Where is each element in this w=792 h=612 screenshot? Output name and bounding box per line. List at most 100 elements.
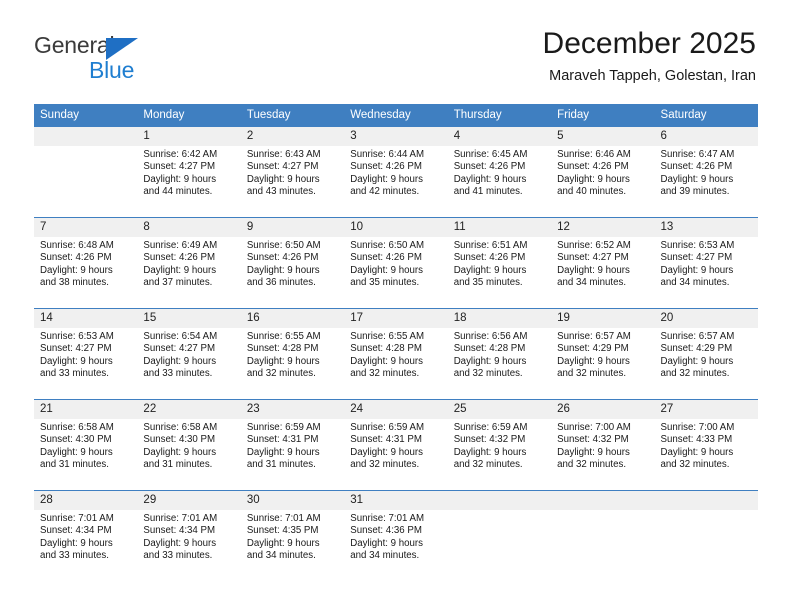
day-detail-line: Sunrise: 6:44 AM [350, 149, 425, 160]
calendar-day-cell[interactable]: 27 Sunrise: 7:00 AM Sunset: 4:33 PM Dayligh… [654, 399, 758, 491]
calendar-day-cell[interactable]: 31 Sunrise: 7:01 AM Sunset: 4:36 PM Dayligh… [344, 490, 448, 581]
calendar-day-cell[interactable]: 16 Sunrise: 6:55 AM Sunset: 4:28 PM Dayligh… [240, 308, 345, 400]
calendar-day-cell[interactable]: 13 Sunrise: 6:53 AM Sunset: 4:27 PM Dayligh… [654, 217, 758, 309]
day-detail-line: Sunset: 4:29 PM [557, 343, 629, 355]
calendar-day-cell[interactable]: 21 Sunrise: 6:58 AM Sunset: 4:30 PM Dayligh… [34, 399, 138, 491]
day-details: Sunrise: 6:55 AM Sunset: 4:28 PM Daylight:… [241, 328, 344, 381]
day-number: 13 [654, 218, 758, 237]
calendar-day-cell[interactable]: 10 Sunrise: 6:50 AM Sunset: 4:26 PM Dayligh… [344, 217, 448, 309]
day-detail-line: Daylight: 9 hours [143, 537, 217, 549]
day-detail-line: Sunrise: 6:48 AM [40, 240, 114, 251]
calendar-day-cell[interactable]: 29 Sunrise: 7:01 AM Sunset: 4:34 PM Dayligh… [137, 490, 241, 581]
day-detail-line: Sunset: 4:28 PM [453, 343, 526, 355]
calendar-day-cell[interactable]: 7 Sunrise: 6:48 AM Sunset: 4:26 PM Daylight… [34, 217, 138, 309]
day-detail-line: Daylight: 9 hours [143, 264, 217, 276]
day-details: Sunrise: 7:01 AM Sunset: 4:34 PM Daylight:… [34, 510, 137, 563]
calendar-day-cell[interactable]: 14 Sunrise: 6:53 AM Sunset: 4:27 PM Dayligh… [34, 308, 138, 400]
day-detail-line: Daylight: 9 hours [453, 446, 527, 458]
day-detail-line: Daylight: 9 hours [453, 173, 527, 185]
calendar-day-cell[interactable]: 4 Sunrise: 6:45 AM Sunset: 4:26 PM Daylight… [447, 126, 552, 218]
calendar-day-cell[interactable]: 22 Sunrise: 6:58 AM Sunset: 4:30 PM Dayligh… [137, 399, 241, 491]
day-details: Sunrise: 6:54 AM Sunset: 4:27 PM Daylight:… [137, 328, 240, 381]
day-details [34, 146, 137, 149]
day-detail-line: and 34 minutes. [557, 277, 627, 289]
day-details: Sunrise: 7:01 AM Sunset: 4:36 PM Daylight:… [344, 510, 447, 563]
day-detail-line: and 38 minutes. [40, 277, 109, 289]
day-details [448, 510, 551, 513]
day-detail-line: Sunset: 4:27 PM [246, 161, 319, 173]
calendar-day-cell[interactable]: 2 Sunrise: 6:43 AM Sunset: 4:27 PM Daylight… [240, 126, 345, 218]
calendar-day-cell[interactable]: 9 Sunrise: 6:50 AM Sunset: 4:26 PM Daylight… [240, 217, 345, 309]
day-detail-line: Daylight: 9 hours [246, 264, 320, 276]
calendar-day-cell[interactable]: 1 Sunrise: 6:42 AM Sunset: 4:27 PM Daylight… [137, 126, 241, 218]
day-detail-line: Sunset: 4:27 PM [557, 252, 629, 264]
day-details: Sunrise: 6:55 AM Sunset: 4:28 PM Daylight:… [344, 328, 447, 381]
day-detail-line: Sunset: 4:31 PM [350, 434, 422, 446]
day-detail-line: Sunrise: 6:52 AM [557, 240, 631, 251]
calendar-day-cell[interactable]: 24 Sunrise: 6:59 AM Sunset: 4:31 PM Dayligh… [344, 399, 448, 491]
day-detail-line: Daylight: 9 hours [40, 537, 113, 549]
calendar-day-cell[interactable]: 17 Sunrise: 6:55 AM Sunset: 4:28 PM Dayligh… [344, 308, 448, 400]
day-number: 16 [240, 309, 345, 328]
day-detail-line: Sunrise: 7:01 AM [246, 513, 321, 524]
calendar-day-cell[interactable]: 23 Sunrise: 6:59 AM Sunset: 4:31 PM Dayligh… [240, 399, 345, 491]
calendar-day-cell[interactable]: 18 Sunrise: 6:56 AM Sunset: 4:28 PM Dayligh… [447, 308, 552, 400]
day-number: 7 [34, 218, 138, 237]
day-detail-line: Sunrise: 7:00 AM [660, 422, 735, 433]
day-number [654, 491, 758, 510]
day-detail-line: and 33 minutes. [143, 550, 213, 562]
day-detail-line: Sunset: 4:30 PM [40, 434, 112, 446]
day-detail-line: Daylight: 9 hours [246, 173, 320, 185]
day-detail-line: and 33 minutes. [40, 368, 109, 380]
day-detail-line: Daylight: 9 hours [350, 173, 423, 185]
calendar-day-cell[interactable]: 28 Sunrise: 7:01 AM Sunset: 4:34 PM Dayligh… [34, 490, 138, 581]
day-detail-line: and 36 minutes. [246, 277, 316, 289]
day-detail-line: and 34 minutes. [350, 550, 420, 562]
day-detail-line: and 34 minutes. [660, 277, 730, 289]
day-number: 5 [551, 127, 655, 146]
day-detail-line: Sunrise: 6:56 AM [453, 331, 528, 342]
calendar-day-cell[interactable]: 5 Sunrise: 6:46 AM Sunset: 4:26 PM Daylight… [551, 126, 655, 218]
calendar-day-cell[interactable]: 11 Sunrise: 6:51 AM Sunset: 4:26 PM Dayligh… [447, 217, 552, 309]
day-detail-line: Sunset: 4:35 PM [246, 525, 319, 537]
general-blue-logo[interactable]: General Blue [34, 32, 194, 84]
day-number: 20 [654, 309, 758, 328]
calendar-day-cell[interactable]: 12 Sunrise: 6:52 AM Sunset: 4:27 PM Dayligh… [551, 217, 655, 309]
calendar-day-cell[interactable]: 26 Sunrise: 7:00 AM Sunset: 4:32 PM Dayligh… [551, 399, 655, 491]
day-detail-line: Sunrise: 6:57 AM [557, 331, 631, 342]
day-detail-line: and 32 minutes. [246, 368, 316, 380]
day-detail-line: Sunset: 4:26 PM [350, 161, 422, 173]
day-number: 8 [137, 218, 241, 237]
calendar-day-cell[interactable]: 8 Sunrise: 6:49 AM Sunset: 4:26 PM Daylight… [137, 217, 241, 309]
calendar-day-cell[interactable]: 3 Sunrise: 6:44 AM Sunset: 4:26 PM Daylight… [344, 126, 448, 218]
day-details: Sunrise: 6:46 AM Sunset: 4:26 PM Daylight:… [551, 146, 654, 199]
calendar-day-cell[interactable]: 15 Sunrise: 6:54 AM Sunset: 4:27 PM Dayligh… [137, 308, 241, 400]
calendar-week-row: 28 Sunrise: 7:01 AM Sunset: 4:34 PM Dayligh… [34, 490, 758, 581]
day-detail-line: Sunset: 4:26 PM [660, 161, 733, 173]
day-detail-line: Daylight: 9 hours [143, 173, 217, 185]
day-details: Sunrise: 6:53 AM Sunset: 4:27 PM Daylight:… [655, 237, 758, 290]
calendar-day-cell[interactable]: 25 Sunrise: 6:59 AM Sunset: 4:32 PM Dayligh… [447, 399, 552, 491]
day-details: Sunrise: 6:59 AM Sunset: 4:32 PM Daylight:… [448, 419, 551, 472]
day-detail-line: Daylight: 9 hours [350, 264, 423, 276]
day-details: Sunrise: 6:59 AM Sunset: 4:31 PM Daylight:… [344, 419, 447, 472]
day-detail-line: and 32 minutes. [660, 368, 730, 380]
day-details: Sunrise: 6:45 AM Sunset: 4:26 PM Daylight:… [448, 146, 551, 199]
calendar-day-cell[interactable]: 20 Sunrise: 6:57 AM Sunset: 4:29 PM Dayligh… [654, 308, 758, 400]
day-detail-line: Sunrise: 6:59 AM [246, 422, 321, 433]
calendar-day-cell[interactable]: 6 Sunrise: 6:47 AM Sunset: 4:26 PM Daylight… [654, 126, 758, 218]
calendar-day-cell[interactable]: 30 Sunrise: 7:01 AM Sunset: 4:35 PM Dayligh… [240, 490, 345, 581]
day-detail-line: and 31 minutes. [40, 459, 109, 471]
weekday-header-wednesday: Wednesday [344, 104, 448, 127]
day-number: 6 [654, 127, 758, 146]
day-details: Sunrise: 6:58 AM Sunset: 4:30 PM Daylight:… [137, 419, 240, 472]
day-detail-line: Sunset: 4:27 PM [660, 252, 733, 264]
day-details [655, 510, 758, 513]
day-detail-line: and 44 minutes. [143, 186, 213, 198]
weekday-header-saturday: Saturday [654, 104, 758, 127]
day-number: 26 [551, 400, 655, 419]
calendar-day-cell[interactable]: 19 Sunrise: 6:57 AM Sunset: 4:29 PM Dayligh… [551, 308, 655, 400]
day-detail-line: Daylight: 9 hours [557, 264, 630, 276]
day-detail-line: Sunset: 4:29 PM [660, 343, 733, 355]
day-detail-line: Daylight: 9 hours [660, 264, 734, 276]
